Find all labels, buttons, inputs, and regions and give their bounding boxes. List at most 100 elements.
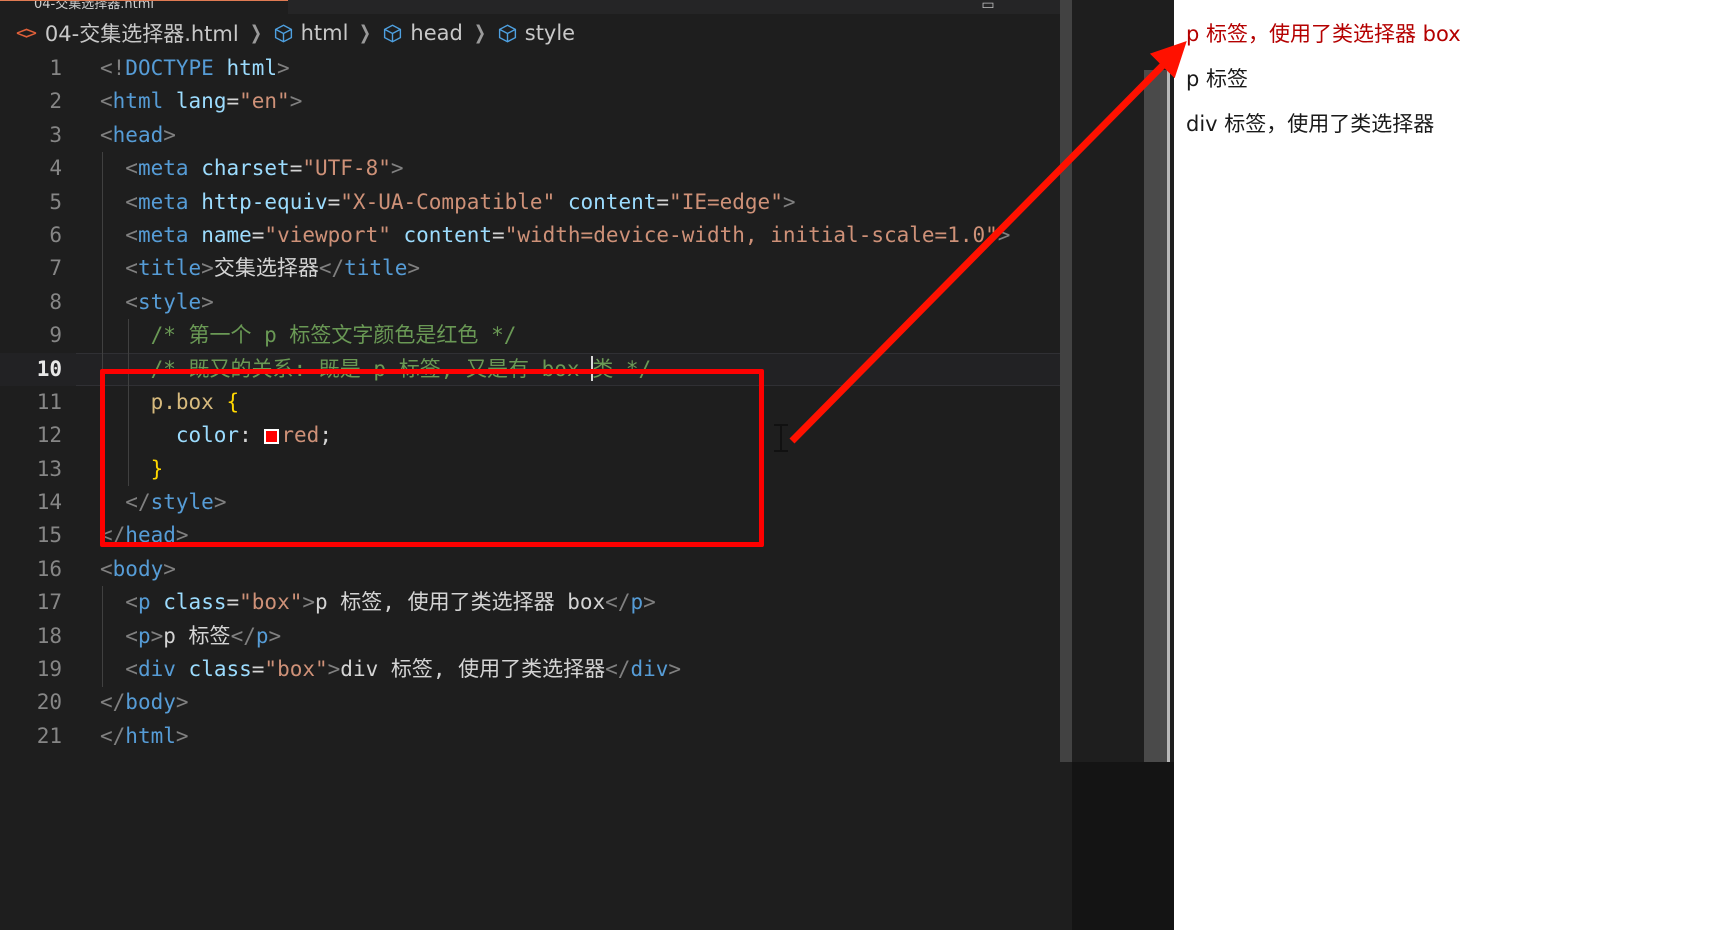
code-token: >: [997, 222, 1011, 247]
code-token: </: [100, 690, 126, 715]
breadcrumb-separator-3: ❯: [473, 22, 486, 44]
breadcrumb-item-html[interactable]: html: [273, 21, 348, 45]
line-number: 18: [36, 623, 62, 648]
line-number: 17: [36, 590, 62, 615]
breadcrumb-label-style: style: [524, 21, 576, 45]
line-number: 9: [49, 323, 62, 348]
color-swatch-icon[interactable]: [264, 429, 280, 445]
code-token: >: [289, 89, 303, 114]
code-token: <: [125, 657, 138, 682]
breadcrumb-item-head[interactable]: head: [382, 21, 463, 45]
code-line[interactable]: 4 <meta charset="UTF-8">: [0, 152, 1060, 185]
code-line-content: </head>: [100, 519, 189, 552]
code-token: =: [251, 222, 265, 247]
code-line-content: <meta name="viewport" content="width=dev…: [100, 219, 1010, 252]
preview-paragraph-3: div 标签，使用了类选择器: [1186, 112, 1435, 136]
code-token: =: [289, 156, 303, 181]
code-token: div: [630, 657, 669, 682]
code-token: }: [150, 456, 164, 481]
line-number: 7: [49, 256, 62, 281]
editor-tab-active[interactable]: 04-交集选择器.html: [0, 0, 288, 14]
code-token: >: [782, 189, 796, 214]
line-number: 5: [49, 189, 62, 214]
code-line-content: <div class="box">div 标签, 使用了类选择器</div>: [100, 653, 681, 686]
code-line[interactable]: 20 </body>: [0, 686, 1060, 719]
line-number: 13: [36, 456, 62, 481]
code-line[interactable]: 7 <title>交集选择器</title>: [0, 252, 1060, 285]
code-token: =: [226, 590, 240, 615]
line-number: 14: [36, 490, 62, 515]
code-token: 交集选择器: [213, 256, 319, 281]
tab-close-icon[interactable]: ▭: [980, 0, 996, 14]
preview-paragraph-2: p 标签: [1186, 67, 1249, 91]
code-token: "viewport": [264, 222, 391, 247]
code-line[interactable]: 3 <head>: [0, 119, 1060, 152]
code-editor[interactable]: 1 <!DOCTYPE html> 2 <html lang="en"> 3 <head>…: [0, 52, 1072, 930]
breadcrumb-item-file[interactable]: <> 04-交集选择器.html: [16, 18, 239, 48]
code-token: div 标签, 使用了类选择器: [340, 657, 606, 682]
code-token: <: [125, 222, 138, 247]
code-token: <: [125, 623, 138, 648]
code-token: name: [201, 222, 252, 247]
code-token: content: [403, 222, 493, 247]
code-line[interactable]: 16 <body>: [0, 553, 1060, 586]
code-token: <: [125, 256, 138, 281]
line-number: 10: [36, 356, 62, 381]
code-token: >: [163, 122, 176, 147]
breadcrumb-separator-1: ❯: [249, 22, 262, 44]
editor-vertical-scrollbar[interactable]: [1060, 0, 1072, 930]
code-line[interactable]: 15 </head>: [0, 519, 1060, 552]
code-line[interactable]: 14 </style>: [0, 486, 1060, 519]
code-token: head: [112, 122, 164, 147]
preview-scrollbar[interactable]: [1144, 70, 1170, 815]
code-token: DOCTYPE: [125, 56, 214, 80]
code-token: ;: [319, 423, 332, 448]
breadcrumb: <> 04-交集选择器.html ❯ html ❯ head ❯ style: [0, 14, 1072, 52]
code-line[interactable]: 17 <p class="box">p 标签, 使用了类选择器 box</p>: [0, 586, 1060, 619]
code-token: <: [100, 122, 113, 147]
code-token: "width=device-width, initial-scale=1.0": [504, 222, 998, 247]
code-line-content: <body>: [100, 553, 176, 586]
code-line[interactable]: 18 <p>p 标签</p>: [0, 620, 1060, 653]
code-line[interactable]: 13 }: [0, 453, 1060, 486]
code-line[interactable]: 11 p.box {: [0, 386, 1060, 419]
code-token: p: [137, 623, 151, 648]
breadcrumb-label-head: head: [410, 21, 463, 45]
code-token: =: [327, 189, 341, 214]
code-line-content: <head>: [100, 119, 176, 152]
code-token: class: [163, 590, 227, 615]
code-token: =: [656, 189, 670, 214]
browser-page-content: p 标签，使用了类选择器 box p 标签 div 标签，使用了类选择器: [1174, 0, 1713, 930]
line-number: 12: [36, 423, 62, 448]
code-line[interactable]: 9 /* 第一个 p 标签文字颜色是红色 */: [0, 319, 1060, 352]
code-line[interactable]: 12 color: red;: [0, 419, 1060, 452]
line-number: 19: [36, 657, 62, 682]
code-line[interactable]: 2 <html lang="en">: [0, 85, 1060, 118]
editor-scrollbar-thumb[interactable]: [1060, 0, 1072, 762]
code-line[interactable]: 10 /* 既又的关系: 既是 p 标签, 又是有 box 类 */: [0, 352, 1060, 387]
code-token: >: [163, 556, 176, 581]
code-line[interactable]: 19 <div class="box">div 标签, 使用了类选择器</div…: [0, 653, 1060, 686]
code-token: p: [137, 590, 151, 615]
code-token: >: [175, 690, 189, 715]
code-line[interactable]: 21 </html>: [0, 720, 1060, 753]
code-token: color: [175, 423, 240, 448]
code-token: >: [407, 256, 420, 281]
breadcrumb-item-style[interactable]: style: [497, 21, 575, 45]
code-line[interactable]: 5 <meta http-equiv="X-UA-Compatible" con…: [0, 186, 1060, 219]
breadcrumb-label-file: 04-交集选择器.html: [44, 22, 239, 46]
code-line[interactable]: 6 <meta name="viewport" content="width=d…: [0, 219, 1060, 252]
code-token: red: [281, 423, 320, 448]
code-line[interactable]: 1 <!DOCTYPE html>: [0, 52, 1060, 85]
code-token: p: [255, 623, 269, 648]
code-line[interactable]: 8 <style>: [0, 286, 1060, 319]
code-token: p.box: [150, 389, 214, 414]
line-number: 11: [36, 389, 62, 414]
